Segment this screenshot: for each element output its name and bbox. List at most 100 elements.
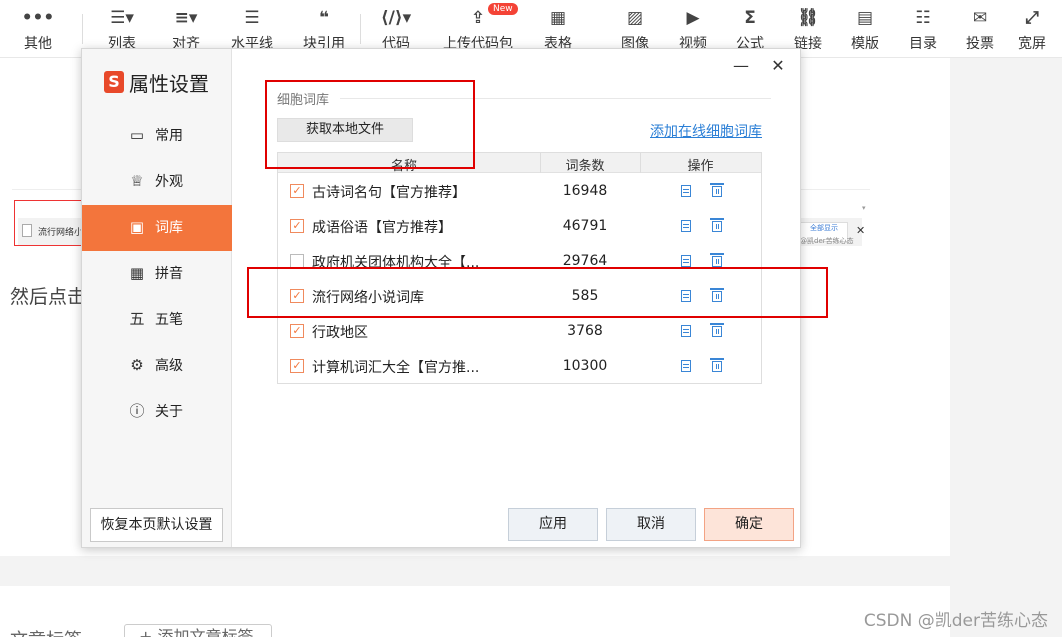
delete-icon[interactable] xyxy=(710,288,724,302)
delete-icon[interactable] xyxy=(710,218,724,232)
row-checkbox[interactable]: ✓ xyxy=(290,324,304,338)
info-icon: ⓘ xyxy=(129,402,145,420)
vote-icon: ✉ xyxy=(972,8,988,28)
nav-item-label: 词库 xyxy=(155,220,183,236)
edit-icon[interactable] xyxy=(681,255,691,267)
table-row: ✓ 计算机词汇大全【官方推... 10300 xyxy=(278,349,761,384)
nav-item-appearance[interactable]: ♕ 外观 xyxy=(82,159,232,205)
edit-icon[interactable] xyxy=(681,185,691,197)
toolbar-label: 模版 xyxy=(851,36,879,52)
edit-icon[interactable] xyxy=(681,220,691,232)
dictionary-name: 流行网络小说词库 xyxy=(312,290,424,306)
embedded-close-icon: ✕ xyxy=(856,224,866,237)
entry-count: 46791 xyxy=(562,218,608,234)
minimize-icon[interactable]: — xyxy=(730,55,752,77)
embedded-highlight-box xyxy=(14,200,84,246)
get-local-file-button[interactable]: 获取本地文件 xyxy=(277,118,413,142)
table-icon: ▦ xyxy=(549,8,567,28)
column-header-name: 名称 xyxy=(390,159,417,174)
entry-count: 16948 xyxy=(562,183,608,199)
cancel-button[interactable]: 取消 xyxy=(606,508,696,541)
table-row: ✓ 古诗词名句【官方推荐】 16948 xyxy=(278,174,761,209)
table-row: ✓ 成语俗语【官方推荐】 46791 xyxy=(278,209,761,244)
apply-button[interactable]: 应用 xyxy=(508,508,598,541)
edit-icon[interactable] xyxy=(681,290,691,302)
nav-item-label: 拼音 xyxy=(155,266,183,282)
nav-item-label: 高级 xyxy=(155,358,183,374)
dictionary-name: 政府机关团体机构大全【... xyxy=(312,255,480,271)
row-checkbox[interactable]: ✓ xyxy=(290,359,304,373)
shirt-icon: ♕ xyxy=(130,172,144,190)
table-row: ✓ 流行网络小说词库 585 xyxy=(278,279,761,314)
widescreen-icon: ⤢ xyxy=(1025,8,1039,28)
dictionary-name: 计算机词汇大全【官方推... xyxy=(312,360,480,376)
list-icon: ☰▾ xyxy=(110,8,134,28)
align-icon: ≡▾ xyxy=(174,8,198,28)
section-divider xyxy=(340,98,771,99)
toolbar-separator xyxy=(360,14,361,44)
nav-item-wubi[interactable]: 五 五笔 xyxy=(82,297,232,343)
dictionary-table: 名称 词条数 操作 ✓ 古诗词名句【官方推荐】 16948 ✓ 成语俗语【官方推… xyxy=(277,152,762,384)
nav-item-label: 五笔 xyxy=(155,312,183,328)
nav-item-pinyin[interactable]: ▦ 拼音 xyxy=(82,251,232,297)
nav-item-advanced[interactable]: ⚙ 高级 xyxy=(82,343,232,389)
toolbar-more-button[interactable]: ••• 其他 xyxy=(8,0,68,58)
pinyin-icon: ▦ xyxy=(129,264,145,282)
monitor-icon: ▭ xyxy=(129,126,145,144)
delete-icon[interactable] xyxy=(710,253,724,267)
restore-defaults-button[interactable]: 恢复本页默认设置 xyxy=(90,508,223,542)
dictionary-name: 古诗词名句【官方推荐】 xyxy=(312,185,466,201)
wubi-icon: 五 xyxy=(129,310,145,328)
table-header: 名称 词条数 操作 xyxy=(278,153,761,174)
add-online-dictionary-link[interactable]: 添加在线细胞词库 xyxy=(650,121,762,141)
column-header-count: 词条数 xyxy=(565,159,605,174)
toolbar-label: 其他 xyxy=(24,36,52,52)
row-checkbox[interactable]: ✓ xyxy=(290,184,304,198)
gear-icon: ⚙ xyxy=(130,356,144,374)
settings-dialog: S 属性设置 ▭ 常用 ♕ 外观 ▣ 词库 ▦ 拼音 五 五笔 ⚙ 高级 ⓘ 关… xyxy=(81,48,801,548)
toolbar-label: 投票 xyxy=(966,36,994,52)
add-tag-button[interactable]: + 添加文章标签 xyxy=(124,624,272,637)
scroll-down-arrow-icon: ▾ xyxy=(862,204,866,212)
template-icon: ▤ xyxy=(856,8,874,28)
close-icon[interactable]: ✕ xyxy=(767,55,789,77)
entry-count: 29764 xyxy=(562,253,608,269)
edit-icon[interactable] xyxy=(681,360,691,372)
toolbar-label: 宽屏 xyxy=(1018,36,1046,52)
delete-icon[interactable] xyxy=(710,183,724,197)
row-checkbox[interactable]: ✓ xyxy=(290,289,304,303)
toolbar-widescreen-button[interactable]: ⤢ 宽屏 xyxy=(1002,0,1062,58)
nav-item-about[interactable]: ⓘ 关于 xyxy=(82,389,232,435)
image-icon: ▨ xyxy=(626,8,644,28)
entry-count: 10300 xyxy=(562,358,608,374)
toolbar-toc-button[interactable]: ☷ 目录 xyxy=(893,0,953,58)
watermark: CSDN @凯der苦练心态 xyxy=(863,611,1048,631)
link-icon: ⛓ xyxy=(797,8,819,28)
dictionary-name: 行政地区 xyxy=(312,325,368,341)
nav-item-label: 外观 xyxy=(155,174,183,190)
nav-item-common[interactable]: ▭ 常用 xyxy=(82,113,232,159)
row-checkbox[interactable] xyxy=(290,254,304,268)
entry-count: 3768 xyxy=(567,323,603,339)
toolbar-vote-button[interactable]: ✉ 投票 xyxy=(950,0,1010,58)
horizontal-line-icon: ☰ xyxy=(244,8,260,28)
delete-icon[interactable] xyxy=(710,358,724,372)
toolbar-separator xyxy=(82,14,83,44)
sigma-icon: Σ xyxy=(744,8,756,28)
ok-button[interactable]: 确定 xyxy=(704,508,794,541)
article-text: 然后点击 xyxy=(10,286,87,308)
article-tags-label: 文章标签 xyxy=(10,626,82,637)
quote-icon: ❝ xyxy=(319,8,329,28)
sogou-logo-icon: S xyxy=(104,71,124,93)
toolbar-template-button[interactable]: ▤ 模版 xyxy=(835,0,895,58)
table-row: ✓ 行政地区 3768 xyxy=(278,314,761,349)
dialog-title: 属性设置 xyxy=(129,72,209,96)
entry-count: 585 xyxy=(571,288,599,304)
edit-icon[interactable] xyxy=(681,325,691,337)
row-checkbox[interactable]: ✓ xyxy=(290,219,304,233)
new-badge: New xyxy=(488,3,518,15)
nav-item-dictionary[interactable]: ▣ 词库 xyxy=(82,205,232,251)
delete-icon[interactable] xyxy=(710,323,724,337)
nav-item-label: 常用 xyxy=(155,128,183,144)
section-label: 细胞词库 xyxy=(277,93,330,108)
